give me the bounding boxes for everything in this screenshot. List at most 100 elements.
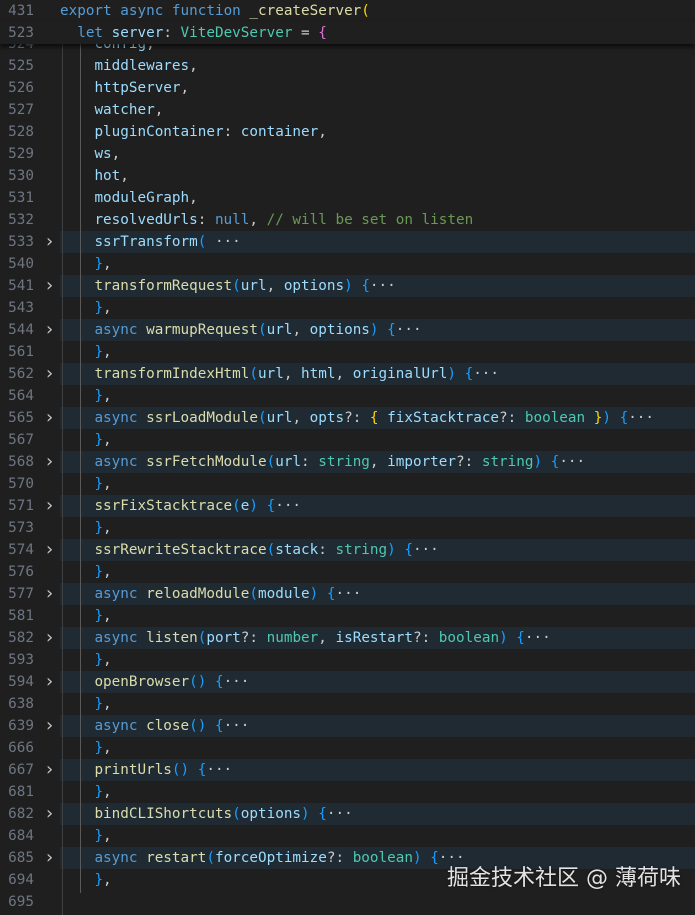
chevron-right-icon[interactable]: › bbox=[44, 539, 55, 561]
code-line[interactable]: 540 }, bbox=[0, 253, 695, 275]
code-text[interactable]: ssrRewriteStacktrace(stack: string) {··· bbox=[60, 539, 695, 561]
code-line[interactable]: 667 › printUrls() {··· bbox=[0, 759, 695, 781]
code-text[interactable]: }, bbox=[60, 605, 695, 627]
chevron-right-icon[interactable]: › bbox=[44, 275, 55, 297]
code-line[interactable]: 544 › async warmupRequest(url, options) {… bbox=[0, 319, 695, 341]
code-text[interactable]: pluginContainer: container, bbox=[60, 121, 695, 143]
code-line[interactable]: 576 }, bbox=[0, 561, 695, 583]
code-text[interactable]: }, bbox=[60, 429, 695, 451]
code-text[interactable]: watcher, bbox=[60, 99, 695, 121]
code-text[interactable]: transformRequest(url, options) {··· bbox=[60, 275, 695, 297]
code-text[interactable]: export async function _createServer( bbox=[60, 0, 695, 22]
code-line[interactable]: 533 › ssrTransform( ··· bbox=[0, 231, 695, 253]
code-text[interactable]: openBrowser() {··· bbox=[60, 671, 695, 693]
code-line[interactable]: 568 › async ssrFetchModule(url: string, i… bbox=[0, 451, 695, 473]
code-text[interactable]: }, bbox=[60, 297, 695, 319]
code-line[interactable]: 577 › async reloadModule(module) {··· bbox=[0, 583, 695, 605]
chevron-right-icon[interactable]: › bbox=[44, 803, 55, 825]
line-number: 529 bbox=[8, 146, 34, 162]
code-text[interactable]: middlewares, bbox=[60, 55, 695, 77]
code-text[interactable]: }, bbox=[60, 385, 695, 407]
code-text[interactable]: ssrTransform( ··· bbox=[60, 231, 695, 253]
code-text[interactable]: resolvedUrls: null, // will be set on li… bbox=[60, 209, 695, 231]
chevron-right-icon[interactable]: › bbox=[44, 715, 55, 737]
code-line[interactable]: 666 }, bbox=[0, 737, 695, 759]
code-line[interactable]: 528 pluginContainer: container, bbox=[0, 121, 695, 143]
line-number: 577 bbox=[8, 586, 34, 602]
code-line[interactable]: 684 }, bbox=[0, 825, 695, 847]
code-line[interactable]: 565 › async ssrLoadModule(url, opts?: { f… bbox=[0, 407, 695, 429]
code-line[interactable]: 541 › transformRequest(url, options) {··· bbox=[0, 275, 695, 297]
chevron-right-icon[interactable]: › bbox=[44, 319, 55, 341]
code-text[interactable]: async warmupRequest(url, options) {··· bbox=[60, 319, 695, 341]
chevron-right-icon[interactable]: › bbox=[44, 671, 55, 693]
code-line[interactable]: 682 › bindCLIShortcuts(options) {··· bbox=[0, 803, 695, 825]
code-text[interactable]: }, bbox=[60, 825, 695, 847]
code-line[interactable]: 570 }, bbox=[0, 473, 695, 495]
code-text[interactable]: async ssrLoadModule(url, opts?: { fixSta… bbox=[60, 407, 695, 429]
line-number: 574 bbox=[8, 542, 34, 558]
code-line[interactable]: 526 httpServer, bbox=[0, 77, 695, 99]
code-line[interactable]: 681 }, bbox=[0, 781, 695, 803]
code-text[interactable]: async listen(port?: number, isRestart?: … bbox=[60, 627, 695, 649]
sticky-scroll-line[interactable]: 431 export async function _createServer( bbox=[0, 0, 695, 22]
code-text[interactable]: moduleGraph, bbox=[60, 187, 695, 209]
code-line[interactable]: 695 bbox=[0, 891, 695, 913]
code-text[interactable]: async reloadModule(module) {··· bbox=[60, 583, 695, 605]
line-number: 582 bbox=[8, 630, 34, 646]
line-number: 667 bbox=[8, 762, 34, 778]
code-line[interactable]: 525 middlewares, bbox=[0, 55, 695, 77]
code-line[interactable]: 564 }, bbox=[0, 385, 695, 407]
code-text[interactable]: }, bbox=[60, 781, 695, 803]
chevron-right-icon[interactable]: › bbox=[44, 627, 55, 649]
code-text[interactable]: printUrls() {··· bbox=[60, 759, 695, 781]
code-text[interactable]: }, bbox=[60, 737, 695, 759]
code-line[interactable]: 582 › async listen(port?: number, isResta… bbox=[0, 627, 695, 649]
chevron-right-icon[interactable]: › bbox=[44, 231, 55, 253]
code-line[interactable]: 573 }, bbox=[0, 517, 695, 539]
code-line[interactable]: 543 }, bbox=[0, 297, 695, 319]
code-text[interactable]: async close() {··· bbox=[60, 715, 695, 737]
code-text[interactable]: async ssrFetchModule(url: string, import… bbox=[60, 451, 695, 473]
code-line[interactable]: 639 › async close() {··· bbox=[0, 715, 695, 737]
code-line[interactable]: 527 watcher, bbox=[0, 99, 695, 121]
code-text[interactable]: }, bbox=[60, 517, 695, 539]
sticky-scroll-line[interactable]: 523 let server: ViteDevServer = { bbox=[0, 22, 695, 44]
code-text[interactable]: ws, bbox=[60, 143, 695, 165]
code-line[interactable]: 561 }, bbox=[0, 341, 695, 363]
code-line[interactable]: 593 }, bbox=[0, 649, 695, 671]
chevron-right-icon[interactable]: › bbox=[44, 495, 55, 517]
code-text[interactable]: }, bbox=[60, 561, 695, 583]
code-line[interactable]: 567 }, bbox=[0, 429, 695, 451]
code-line[interactable]: 562 › transformIndexHtml(url, html, origi… bbox=[0, 363, 695, 385]
chevron-right-icon[interactable]: › bbox=[44, 759, 55, 781]
code-line[interactable]: 581 }, bbox=[0, 605, 695, 627]
code-text[interactable]: }, bbox=[60, 649, 695, 671]
code-text[interactable]: hot, bbox=[60, 165, 695, 187]
code-text[interactable]: transformIndexHtml(url, html, originalUr… bbox=[60, 363, 695, 385]
code-editor[interactable]: 524 config, 525 middlewares, 526 httpServe… bbox=[0, 0, 695, 915]
code-line[interactable]: 594 › openBrowser() {··· bbox=[0, 671, 695, 693]
code-line[interactable]: 530 hot, bbox=[0, 165, 695, 187]
code-text[interactable]: httpServer, bbox=[60, 77, 695, 99]
code-line[interactable]: 529 ws, bbox=[0, 143, 695, 165]
code-line[interactable]: 532 resolvedUrls: null, // will be set o… bbox=[0, 209, 695, 231]
chevron-right-icon[interactable]: › bbox=[44, 583, 55, 605]
code-text[interactable]: }, bbox=[60, 693, 695, 715]
code-line[interactable]: 531 moduleGraph, bbox=[0, 187, 695, 209]
line-number: 576 bbox=[8, 564, 34, 580]
code-text[interactable]: }, bbox=[60, 253, 695, 275]
code-line[interactable]: 571 › ssrFixStacktrace(e) {··· bbox=[0, 495, 695, 517]
chevron-right-icon[interactable]: › bbox=[44, 451, 55, 473]
code-text[interactable]: }, bbox=[60, 341, 695, 363]
chevron-right-icon[interactable]: › bbox=[44, 363, 55, 385]
chevron-right-icon[interactable]: › bbox=[44, 407, 55, 429]
code-text[interactable]: ssrFixStacktrace(e) {··· bbox=[60, 495, 695, 517]
line-number: 530 bbox=[8, 168, 34, 184]
code-text[interactable]: }, bbox=[60, 473, 695, 495]
code-text[interactable]: bindCLIShortcuts(options) {··· bbox=[60, 803, 695, 825]
chevron-right-icon[interactable]: › bbox=[44, 847, 55, 869]
code-text[interactable]: let server: ViteDevServer = { bbox=[60, 22, 695, 44]
code-line[interactable]: 574 › ssrRewriteStacktrace(stack: string)… bbox=[0, 539, 695, 561]
code-line[interactable]: 638 }, bbox=[0, 693, 695, 715]
